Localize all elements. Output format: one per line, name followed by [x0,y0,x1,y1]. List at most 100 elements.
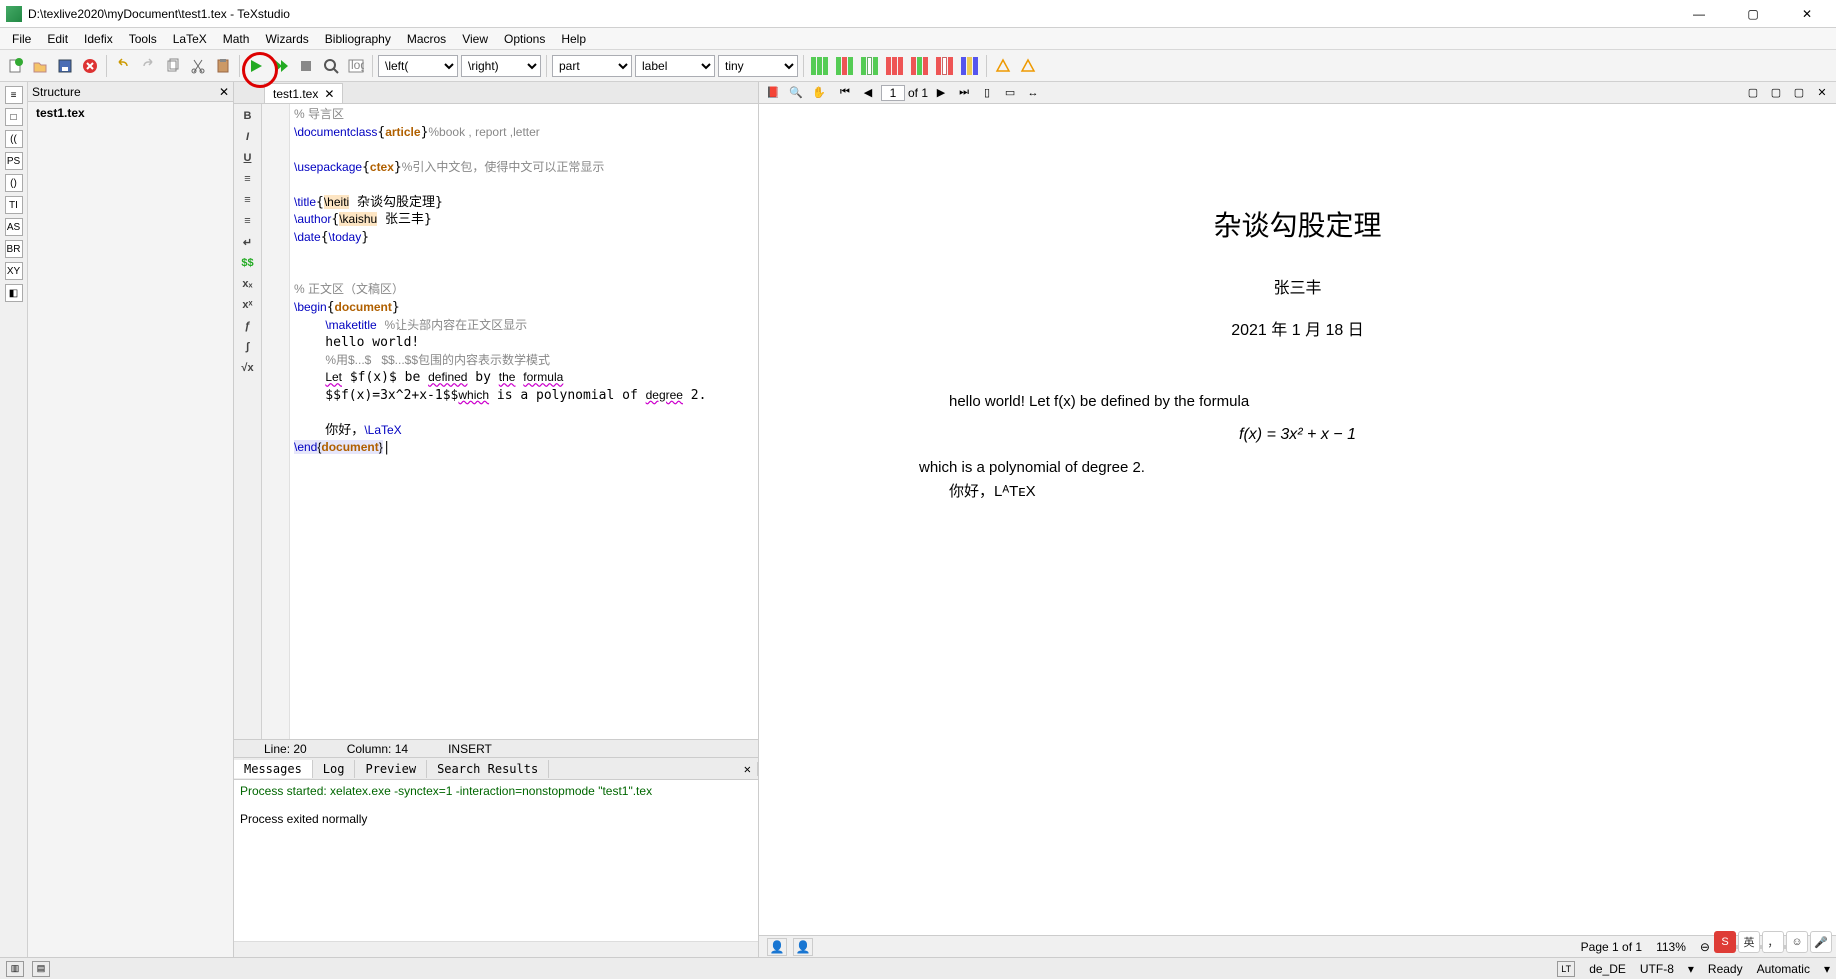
hl-blue-icon[interactable] [959,55,981,77]
status-auto[interactable]: Automatic [1757,962,1810,976]
close-doc-icon[interactable] [79,55,101,77]
next-page-icon[interactable]: ▶ [931,84,951,102]
align-center-icon[interactable]: ≡ [239,192,257,208]
section-select[interactable]: part [552,55,632,77]
status-lang[interactable]: de_DE [1589,962,1626,976]
preview-viewport[interactable]: 杂谈勾股定理 张三丰 2021 年 1 月 18 日 hello world! … [759,104,1836,935]
ime-voice-icon[interactable]: 🎤 [1810,931,1832,953]
build-run-double-icon[interactable] [270,55,292,77]
warn-next-icon[interactable] [1017,55,1039,77]
hl-red1-icon[interactable] [884,55,906,77]
layout2-icon[interactable]: ▤ [32,961,50,977]
menu-macros[interactable]: Macros [399,30,454,48]
search-pdf-icon[interactable]: 🔍 [786,84,806,102]
asy-icon[interactable]: AS [5,218,23,236]
paste-icon[interactable] [212,55,234,77]
open-file-icon[interactable] [29,55,51,77]
view-pdf-icon[interactable] [320,55,342,77]
minimize-button[interactable]: — [1676,4,1722,24]
layout1-icon[interactable]: ▥ [6,961,24,977]
tikz-icon[interactable]: TI [5,196,23,214]
close-button[interactable]: ✕ [1784,4,1830,24]
menu-bibliography[interactable]: Bibliography [317,30,399,48]
first-page-icon[interactable]: ⏮ [835,84,855,102]
xy-icon[interactable]: XY [5,262,23,280]
window-config1-icon[interactable]: ▢ [1743,84,1763,102]
superscript-icon[interactable]: xˣ [239,297,257,313]
delim-left-select[interactable]: \left( [378,55,458,77]
pstricks-icon[interactable]: PS [5,152,23,170]
build-run-icon[interactable] [245,55,267,77]
single-page-icon[interactable]: ▯ [977,84,997,102]
maximize-button[interactable]: ▢ [1730,4,1776,24]
new-file-icon[interactable] [4,55,26,77]
messages-close-icon[interactable]: ✕ [738,762,758,776]
ime-emoji-icon[interactable]: ☺ [1786,931,1808,953]
messages-body[interactable]: Process started: xelatex.exe -synctex=1 … [234,780,758,941]
prev-page-icon[interactable]: ◀ [858,84,878,102]
sqrt-icon[interactable]: √x [239,360,257,376]
menu-file[interactable]: File [4,30,39,48]
bookmark-icon[interactable]: □ [5,108,23,126]
tab-search-results[interactable]: Search Results [427,760,549,778]
undo-icon[interactable] [112,55,134,77]
last-page-icon[interactable]: ⏭ [954,84,974,102]
menu-view[interactable]: View [454,30,496,48]
ime-punct-icon[interactable]: ， [1762,931,1784,953]
hl-green3-icon[interactable] [859,55,881,77]
menu-help[interactable]: Help [553,30,594,48]
menu-math[interactable]: Math [215,30,258,48]
menu-tools[interactable]: Tools [121,30,165,48]
delim-icon[interactable]: () [5,174,23,192]
frac-icon[interactable]: ƒ [239,318,257,334]
tab-log[interactable]: Log [313,760,356,778]
align-right-icon[interactable]: ≡ [239,213,257,229]
brackets-icon[interactable]: (( [5,130,23,148]
ime-method-icon[interactable]: S [1714,931,1736,953]
fontsize-select[interactable]: tiny [718,55,798,77]
editor-tab-close-icon[interactable]: ✕ [324,87,334,101]
ref-select[interactable]: label [635,55,715,77]
align-left-icon[interactable]: ≡ [239,171,257,187]
beamer-icon[interactable]: BR [5,240,23,258]
cursor-sync1-icon[interactable]: 👤 [767,938,787,956]
window-config3-icon[interactable]: ▢ [1789,84,1809,102]
structure-close-icon[interactable]: ✕ [219,85,229,99]
continuous-icon[interactable]: ▭ [1000,84,1020,102]
tab-messages[interactable]: Messages [234,760,313,778]
pdf-icon[interactable]: 📕 [763,84,783,102]
menu-wizards[interactable]: Wizards [257,30,316,48]
menu-idefix[interactable]: Idefix [76,30,121,48]
delim-right-select[interactable]: \right) [461,55,541,77]
subscript-icon[interactable]: xₓ [239,276,257,292]
save-icon[interactable] [54,55,76,77]
zoom-out-icon[interactable]: ⊖ [1700,940,1710,954]
bold-icon[interactable]: B [239,108,257,124]
structure-root[interactable]: test1.tex [36,106,85,120]
page-input[interactable] [881,85,905,101]
hl-green2-icon[interactable] [834,55,856,77]
hand-icon[interactable]: ✋ [809,84,829,102]
code-editor[interactable]: % 导言区 \documentclass{article}%book , rep… [290,104,758,739]
cursor-sync2-icon[interactable]: 👤 [793,938,813,956]
hl-red2-icon[interactable] [909,55,931,77]
redo-icon[interactable] [137,55,159,77]
status-enc[interactable]: UTF-8 [1640,962,1674,976]
menu-edit[interactable]: Edit [39,30,76,48]
menu-latex[interactable]: LaTeX [165,30,215,48]
ime-bar[interactable]: S 英 ， ☺ 🎤 [1714,931,1832,953]
toc-icon[interactable]: ≡ [5,86,23,104]
int-icon[interactable]: ∫ [239,339,257,355]
warn-prev-icon[interactable] [992,55,1014,77]
color-icon[interactable]: ◧ [5,284,23,302]
tab-preview[interactable]: Preview [355,760,427,778]
hl-green1-icon[interactable] [809,55,831,77]
cut-icon[interactable] [187,55,209,77]
underline-icon[interactable]: U [239,150,257,166]
editor-tab[interactable]: test1.tex ✕ [264,83,343,103]
window-config2-icon[interactable]: ▢ [1766,84,1786,102]
structure-tree[interactable]: test1.tex [28,102,233,124]
stop-icon[interactable] [295,55,317,77]
languagetool-icon[interactable]: LT [1557,961,1575,977]
log-icon[interactable]: log [345,55,367,77]
